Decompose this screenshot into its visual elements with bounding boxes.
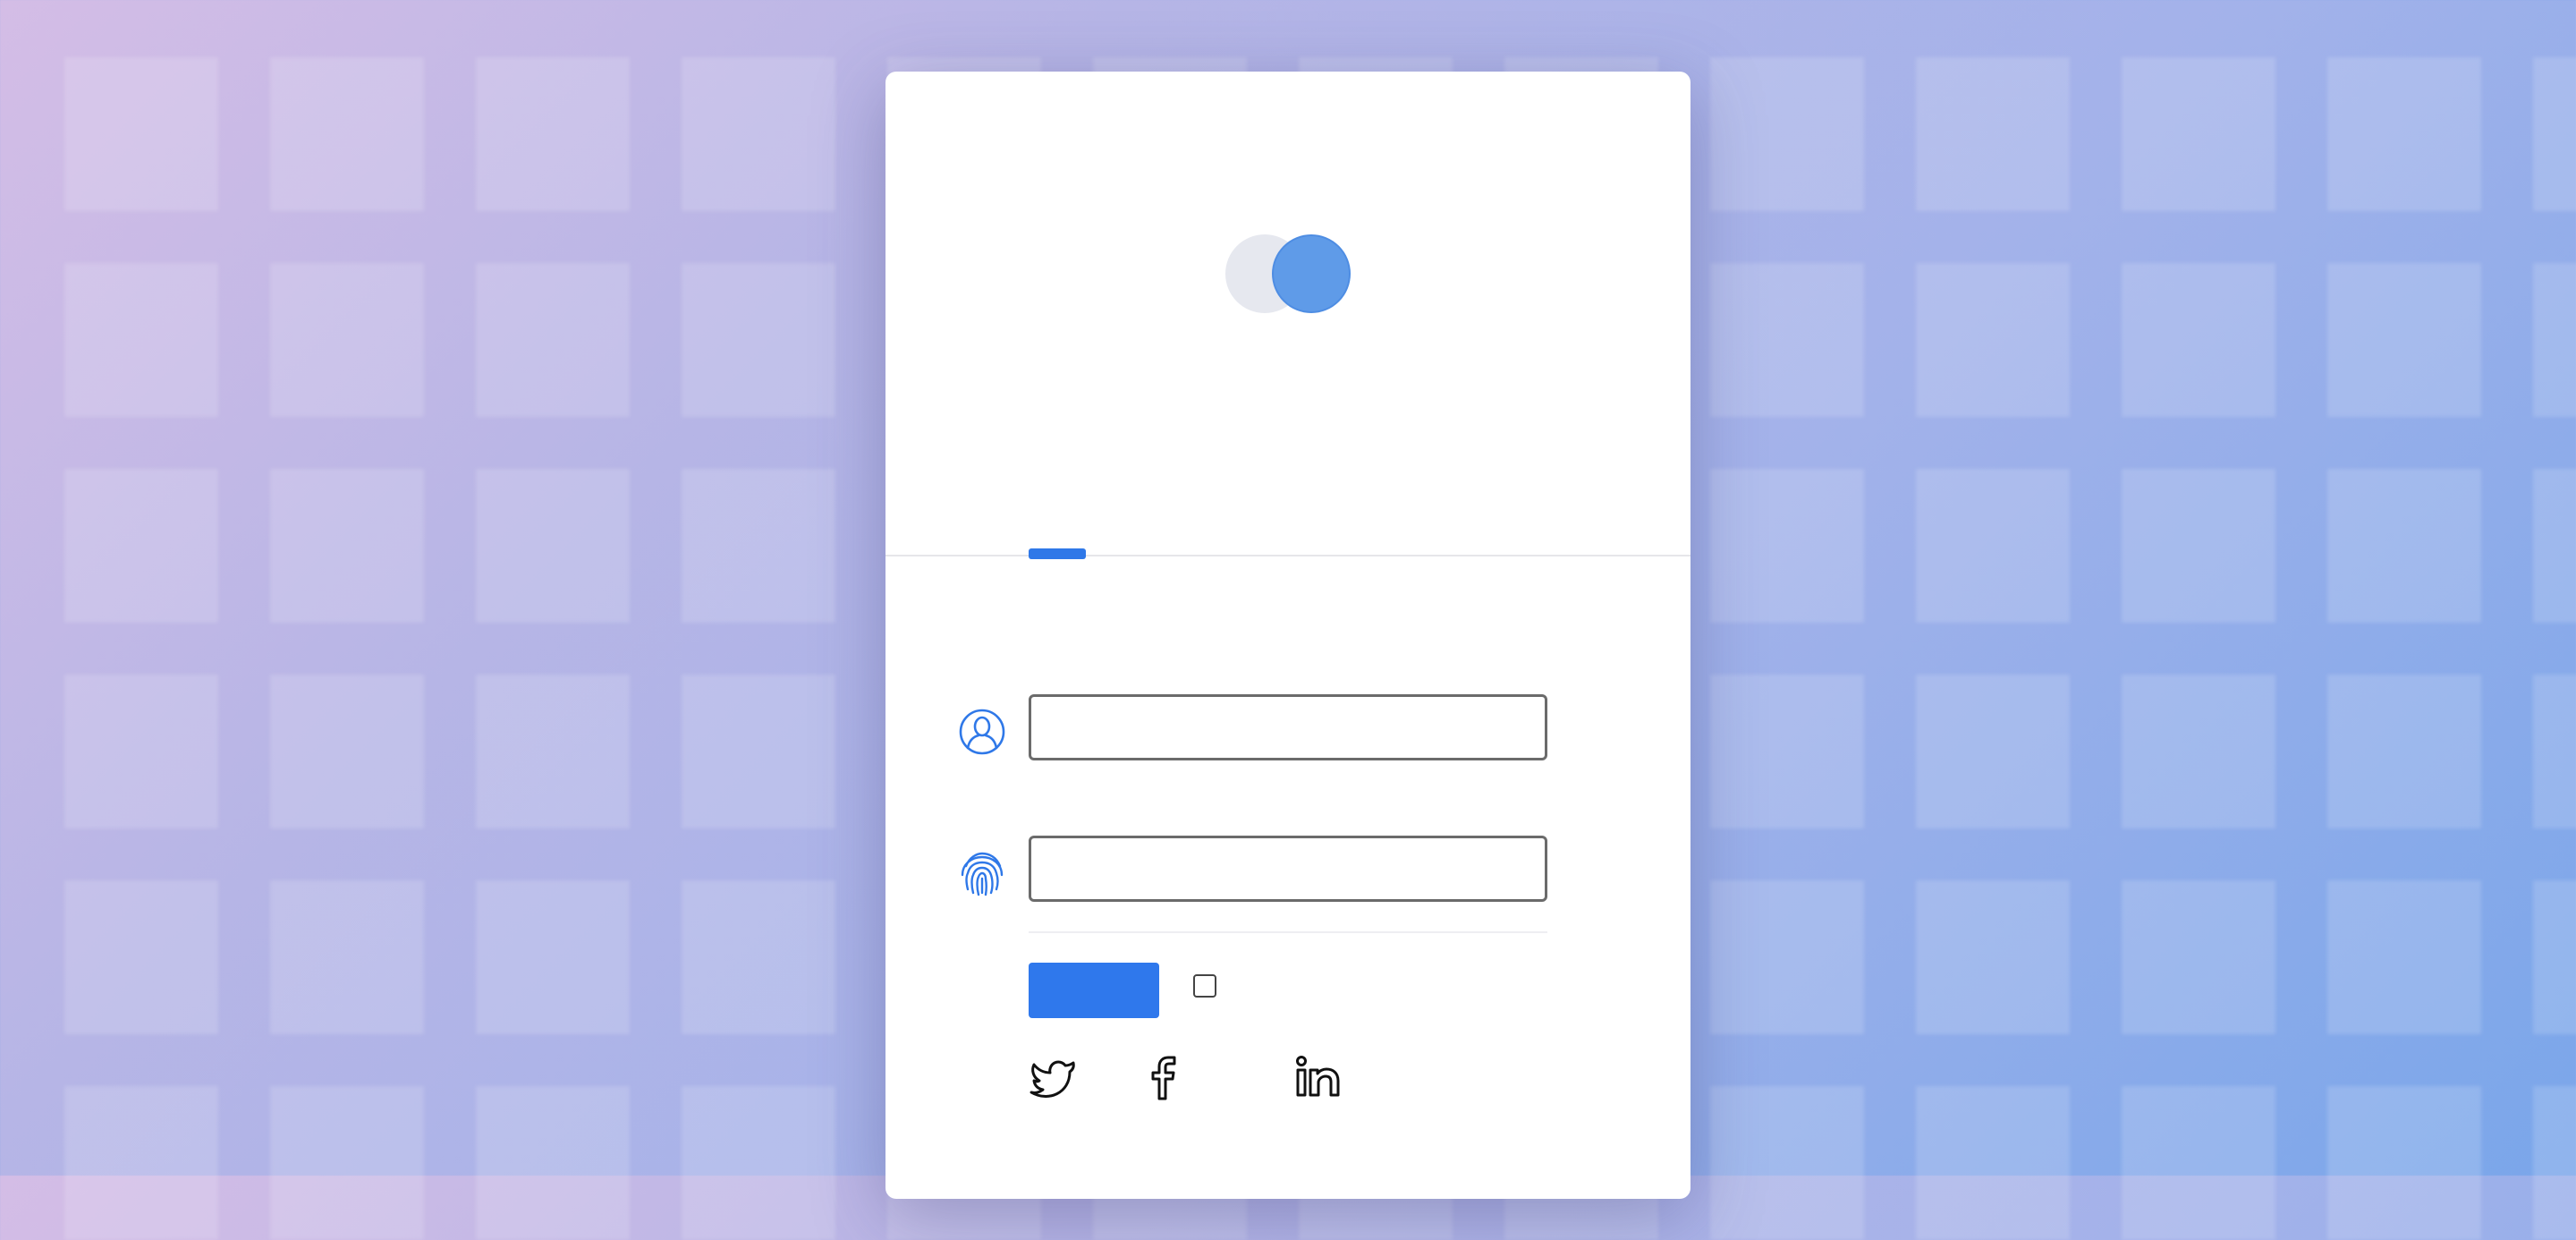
background-tile xyxy=(2122,675,2275,828)
background-tile xyxy=(2122,880,2275,1034)
username-input[interactable] xyxy=(1029,694,1547,760)
background-tile xyxy=(476,1086,630,1240)
background-tile xyxy=(1916,880,2070,1034)
background-tile xyxy=(64,675,218,828)
background-tile xyxy=(2327,57,2481,211)
background-tile xyxy=(1710,675,1864,828)
background-tile xyxy=(1916,469,2070,623)
background-tile xyxy=(2327,1086,2481,1240)
background-tile xyxy=(64,469,218,623)
background-tile xyxy=(1916,1086,2070,1240)
background-tile xyxy=(270,57,424,211)
fingerprint-icon xyxy=(961,852,1004,896)
background-tile xyxy=(476,880,630,1034)
background-tile xyxy=(270,469,424,623)
background-tile xyxy=(2327,469,2481,623)
background-tile xyxy=(2533,880,2576,1034)
login-card xyxy=(886,72,1690,1199)
remember-checkbox[interactable] xyxy=(1193,974,1216,998)
form-separator xyxy=(1029,931,1547,933)
user-icon xyxy=(959,709,1005,755)
background-tile xyxy=(1916,263,2070,417)
background-tile xyxy=(682,57,835,211)
facebook-icon[interactable] xyxy=(1140,1052,1190,1102)
background-tile xyxy=(682,675,835,828)
logo-circle-right xyxy=(1272,234,1351,313)
background-tile xyxy=(2122,263,2275,417)
background-tile xyxy=(64,1086,218,1240)
background-tile xyxy=(476,263,630,417)
background-tile xyxy=(1916,675,2070,828)
background-tile xyxy=(270,1086,424,1240)
background-tile xyxy=(1710,1086,1864,1240)
background-tile xyxy=(682,880,835,1034)
login-button[interactable] xyxy=(1029,963,1159,1018)
background-tile xyxy=(2327,880,2481,1034)
background-tile xyxy=(1710,263,1864,417)
background-tile xyxy=(1710,57,1864,211)
background-tile xyxy=(270,880,424,1034)
background-tile xyxy=(270,675,424,828)
background-tile xyxy=(270,263,424,417)
twitter-icon[interactable] xyxy=(1029,1052,1079,1102)
background-tile xyxy=(1710,469,1864,623)
background-tile xyxy=(2122,1086,2275,1240)
background-tile xyxy=(476,57,630,211)
tab-divider xyxy=(886,555,1690,556)
background-tile xyxy=(1916,57,2070,211)
logo xyxy=(1225,234,1356,313)
background-tile xyxy=(2327,675,2481,828)
background-tile xyxy=(64,880,218,1034)
background-tile xyxy=(64,57,218,211)
linkedin-icon[interactable] xyxy=(1293,1052,1343,1102)
password-input[interactable] xyxy=(1029,836,1547,902)
background-tile xyxy=(2533,675,2576,828)
background-tile xyxy=(2122,57,2275,211)
background-tile xyxy=(2533,57,2576,211)
background-tile xyxy=(2533,469,2576,623)
background-tile xyxy=(2533,1086,2576,1240)
active-tab-indicator[interactable] xyxy=(1029,548,1086,559)
background-tile xyxy=(64,263,218,417)
background-tile xyxy=(682,263,835,417)
background-tile xyxy=(2327,263,2481,417)
background-tile xyxy=(682,1086,835,1240)
background-tile xyxy=(2533,263,2576,417)
background-tile xyxy=(1710,880,1864,1034)
background-tile xyxy=(476,469,630,623)
background-tile xyxy=(2122,469,2275,623)
background-tile xyxy=(682,469,835,623)
background-tile xyxy=(476,675,630,828)
